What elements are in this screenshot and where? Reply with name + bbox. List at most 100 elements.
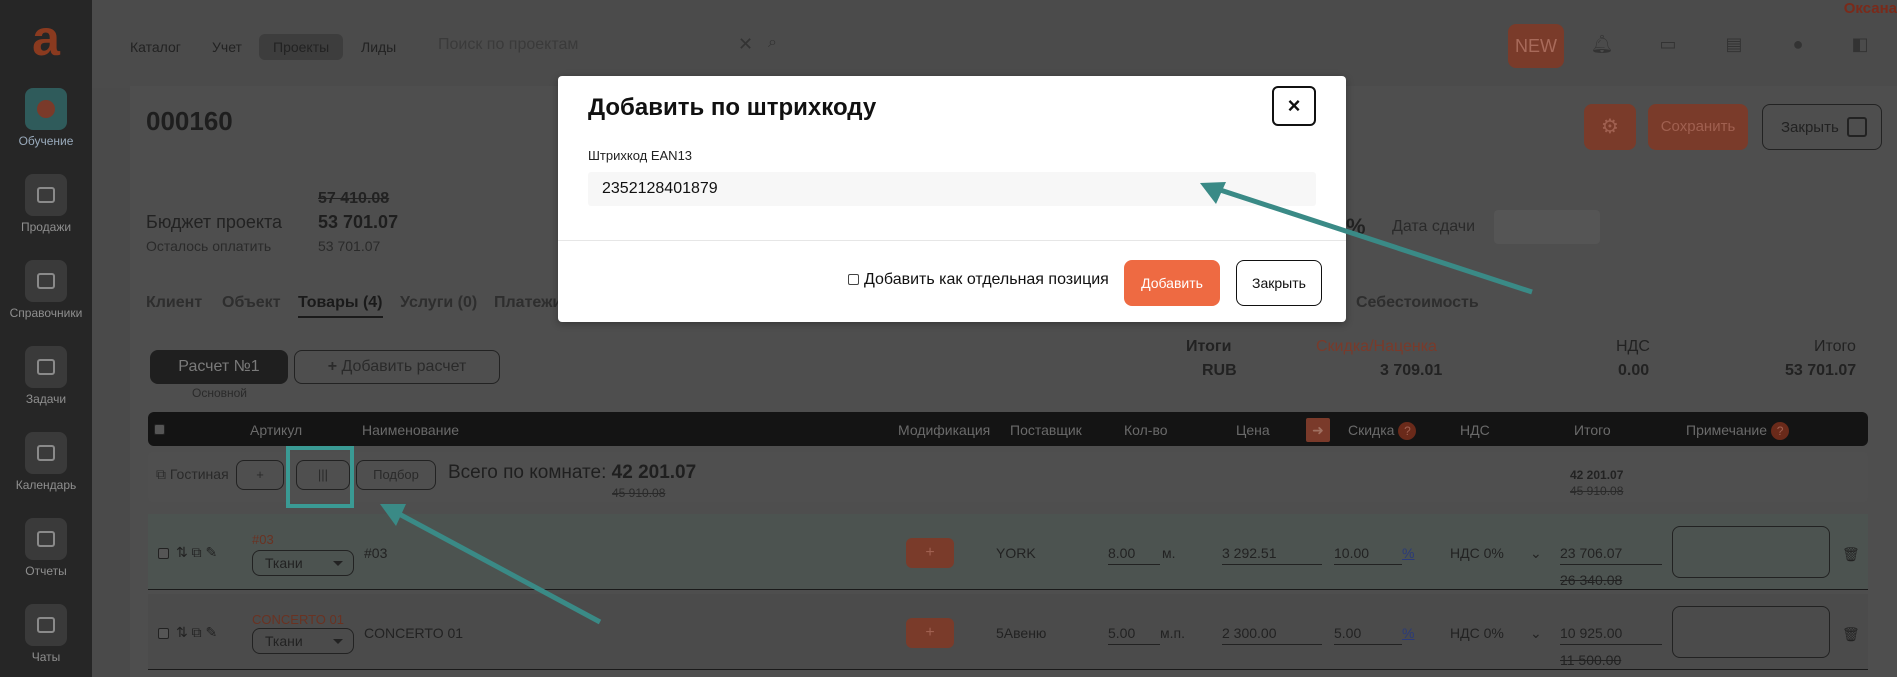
modal-close-button[interactable]: Закрыть [1236,260,1322,306]
new-badge[interactable]: NEW [1508,24,1564,68]
sidebar-item-directories[interactable]: Справочники [0,260,92,320]
row-supplier: 5Авеню [996,625,1047,641]
date-field[interactable] [1494,210,1600,244]
copy-icon: ⧉ [156,466,166,482]
category-select[interactable]: Ткани [252,628,354,654]
app-logo[interactable]: a [22,13,70,64]
chevron-down-icon[interactable]: ⌄ [1530,545,1542,562]
close-project-label: Закрыть [1781,119,1839,136]
room-name: ⧉ Гостиная [156,466,229,482]
modal-close-x[interactable]: × [1272,86,1316,126]
nav-leads[interactable]: Лиды [347,34,410,60]
row-checkbox[interactable] [158,628,169,639]
nav-projects[interactable]: Проекты [259,34,344,60]
note-field[interactable] [1672,526,1830,578]
qty-input[interactable]: 5.00 [1108,625,1160,645]
arrow-right-icon[interactable]: ➜ [1306,418,1330,442]
discount-input[interactable]: 10.00 [1334,545,1402,565]
message-icon[interactable]: ▤ [1722,34,1746,56]
copy-icon: ⧉ [191,544,202,560]
search-icon[interactable]: ⌕ [768,34,777,52]
row-unit: м. [1162,545,1176,561]
row-total: 23 706.07 [1560,545,1662,565]
sidebar-item-chats[interactable]: Чаты [0,604,92,664]
row-article[interactable]: #03 [252,532,274,547]
select-all-checkbox[interactable] [154,424,165,435]
nav-catalog[interactable]: Каталог [116,34,195,60]
vat-label: НДС [1616,338,1650,355]
sidebar-item-tasks[interactable]: Задачи [0,346,92,406]
trash-icon[interactable]: 🗑︎ [1842,546,1860,563]
modification-button[interactable]: + [906,618,954,648]
logout-icon[interactable]: ◧ [1848,34,1872,56]
separate-position-checkbox[interactable] [848,274,859,285]
close-icon: × [1287,93,1301,118]
edit-icon: ✎ [205,624,218,640]
row-checkbox[interactable] [158,548,169,559]
clear-icon[interactable]: ✕ [738,34,753,55]
budget-value: 53 701.07 [318,212,399,232]
tab-cost[interactable]: Себестоимость [1356,294,1479,312]
help-icon: ? [1771,422,1790,440]
category-select[interactable]: Ткани [252,550,354,576]
sidebar-item-learning[interactable]: Обучение [0,88,92,148]
tab-client[interactable]: Клиент [146,294,202,312]
sidebar-item-calendar[interactable]: Календарь [0,432,92,492]
room-add-button[interactable]: + [236,460,284,490]
inbox-icon[interactable]: ▭ [1656,34,1680,56]
discount-unit[interactable]: % [1402,545,1414,561]
discount-input[interactable]: 5.00 [1334,625,1402,645]
row-total-old: 26 340.08 [1560,572,1623,588]
row-actions[interactable]: ⇅ ⧉ ✎ [176,544,217,561]
modification-button[interactable]: + [906,538,954,568]
add-calc-button[interactable]: + Добавить расчет [294,350,500,384]
exit-icon [1847,117,1867,137]
tab-services[interactable]: Услуги (0) [400,294,477,312]
row-actions[interactable]: ⇅ ⧉ ✎ [176,624,217,641]
price-input[interactable]: 2 300.00 [1222,625,1322,645]
play-icon [25,88,67,130]
tab-goods[interactable]: Товары (4) [298,294,383,318]
close-project-button[interactable]: Закрыть [1762,104,1882,150]
qty-input[interactable]: 8.00 [1108,545,1160,565]
barcode-input[interactable] [588,172,1316,206]
row-article[interactable]: CONCERTO 01 [252,612,344,627]
chevron-down-icon[interactable]: ⌄ [1530,625,1542,642]
sidebar-item-sales[interactable]: Продажи [0,174,92,234]
total-label: Итого [1814,338,1856,355]
price-input[interactable]: 3 292.51 [1222,545,1322,565]
tab-object[interactable]: Объект [222,294,281,312]
calc-tab-1[interactable]: Расчет №1 [150,350,288,384]
row-supplier: YORK [996,545,1036,561]
add-button[interactable]: Добавить [1124,260,1220,306]
room-total: Всего по комнате: 42 201.07 [448,462,697,483]
th-supplier: Поставщик [1010,422,1082,438]
copy-icon: ⧉ [191,624,202,640]
vat-select[interactable]: НДС 0% [1450,625,1504,641]
bell-icon[interactable]: 🔔︎ [1590,34,1614,56]
settings-button[interactable]: ⚙ [1584,104,1636,150]
percent-sign: % [1346,214,1366,239]
pick-button[interactable]: Подбор [356,460,436,490]
trash-icon[interactable]: 🗑︎ [1842,626,1860,643]
plus-icon: + [327,358,338,375]
nav-accounting[interactable]: Учет [198,34,256,60]
separate-position-label[interactable]: Добавить как отдельная позиция [864,271,1109,289]
search-input[interactable]: Поиск по проектам [422,30,672,60]
sidebar: a Обучение Продажи Справочники Задачи Ка… [0,0,92,677]
tab-payments[interactable]: Платежи [494,294,562,312]
tag-icon [25,174,67,216]
th-discount: Скидка? [1348,422,1417,440]
user-icon[interactable]: ● [1786,34,1810,56]
user-name[interactable]: Оксана [1844,0,1897,17]
save-button[interactable]: Сохранить [1648,104,1748,150]
modal-divider [558,240,1346,241]
add-calc-label: Добавить расчет [341,358,467,375]
note-field[interactable] [1672,606,1830,658]
sidebar-item-reports[interactable]: Отчеты [0,518,92,578]
vat-value: 0.00 [1618,362,1650,379]
vat-select[interactable]: НДС 0% [1450,545,1504,561]
book-icon [25,260,67,302]
discount-unit[interactable]: % [1402,625,1414,641]
budget-label: Бюджет проекта [146,212,283,232]
